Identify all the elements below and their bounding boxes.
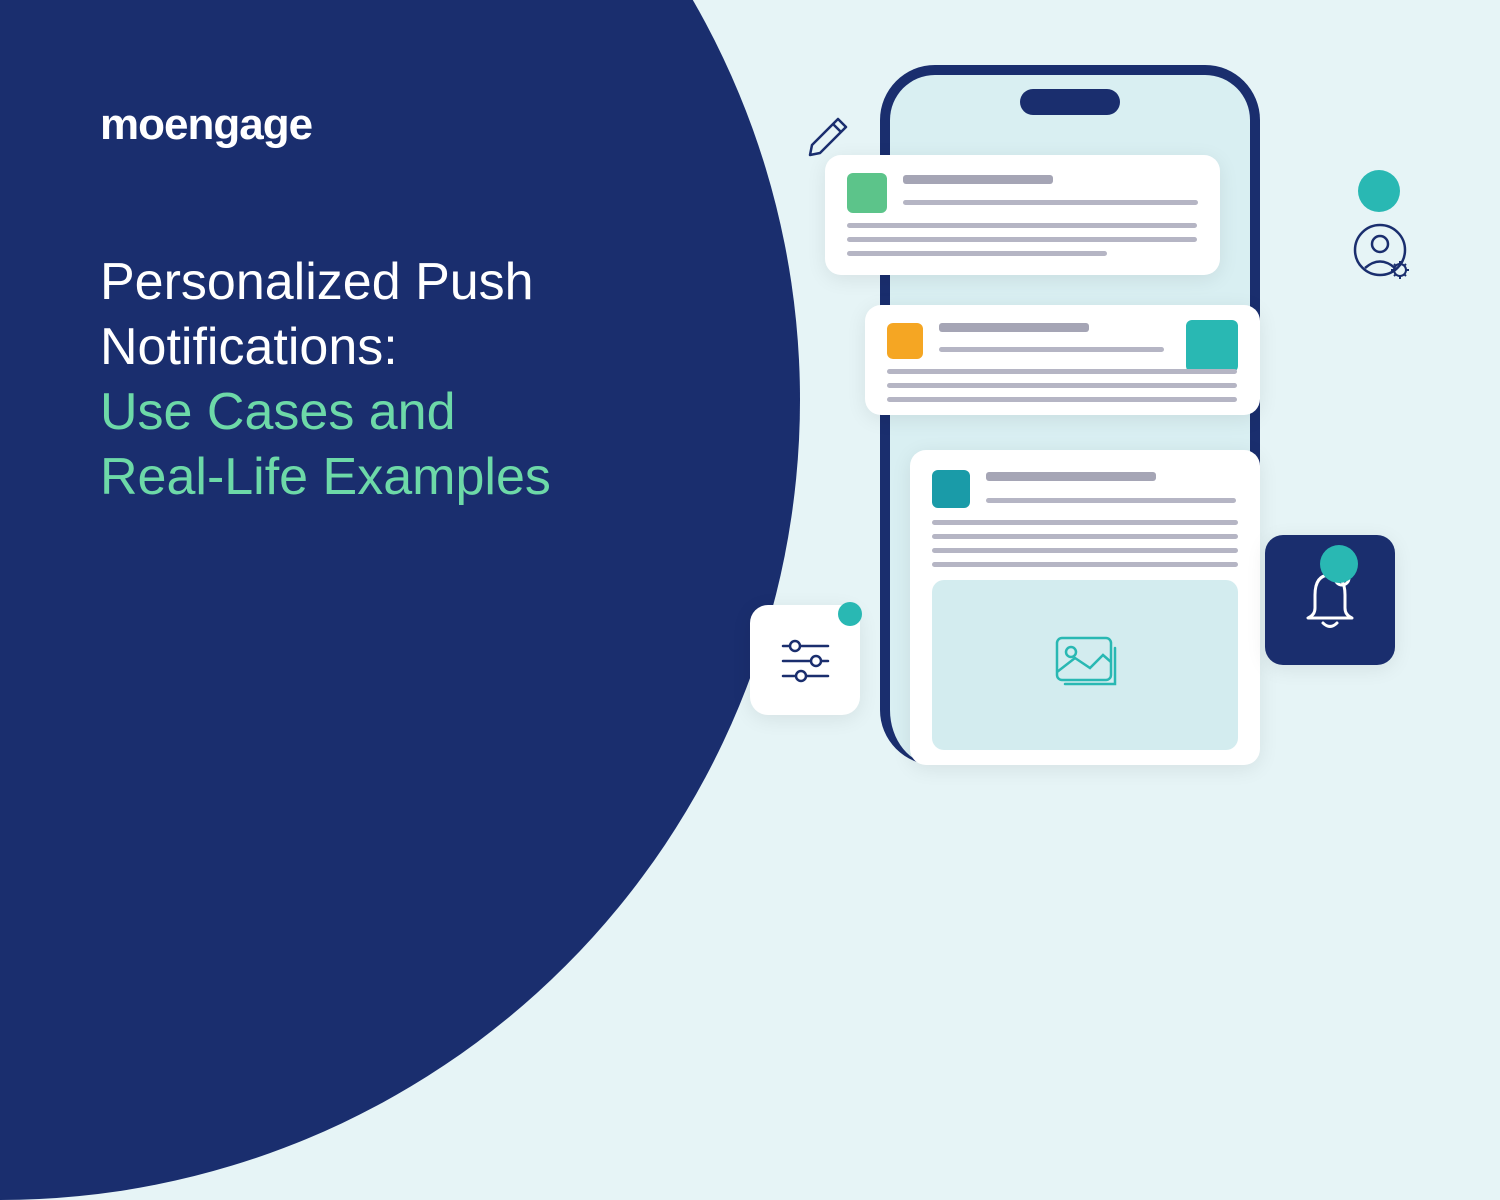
- decorative-dot: [838, 602, 862, 626]
- title-line-1: Personalized Push: [100, 250, 551, 315]
- title-line-2: Notifications:: [100, 315, 551, 380]
- text-line: [887, 383, 1237, 388]
- text-line: [986, 498, 1236, 503]
- text-line: [986, 472, 1156, 481]
- teal-square-icon: [1186, 320, 1238, 372]
- text-line: [932, 534, 1238, 539]
- text-line: [847, 223, 1197, 228]
- brand-logo: moengage: [100, 100, 551, 150]
- notification-card-3: [910, 450, 1260, 765]
- orange-square-icon: [887, 323, 923, 359]
- phone-notch: [1020, 89, 1120, 115]
- text-line: [932, 520, 1238, 525]
- decorative-dot: [1358, 170, 1400, 212]
- text-line: [903, 200, 1198, 205]
- text-line: [847, 237, 1197, 242]
- text-line: [939, 323, 1089, 332]
- text-content: moengage Personalized Push Notifications…: [100, 100, 551, 510]
- text-line: [932, 562, 1238, 567]
- decorative-dot: [1320, 545, 1358, 583]
- sliders-icon: [773, 628, 838, 693]
- pencil-icon: [800, 110, 855, 165]
- text-line: [932, 548, 1238, 553]
- notification-card-1: [825, 155, 1220, 275]
- title-line-3: Use Cases and: [100, 380, 551, 445]
- text-line: [887, 369, 1237, 374]
- image-icon: [1045, 630, 1125, 700]
- image-placeholder: [932, 580, 1238, 750]
- green-square-icon: [847, 173, 887, 213]
- text-line: [939, 347, 1164, 352]
- text-line: [847, 251, 1107, 256]
- text-line: [903, 175, 1053, 184]
- notification-card-2: [865, 305, 1260, 415]
- user-settings-icon: [1350, 220, 1415, 285]
- text-line: [887, 397, 1237, 402]
- title-line-4: Real-Life Examples: [100, 445, 551, 510]
- teal-small-square-icon: [932, 470, 970, 508]
- illustration-area: [780, 50, 1380, 750]
